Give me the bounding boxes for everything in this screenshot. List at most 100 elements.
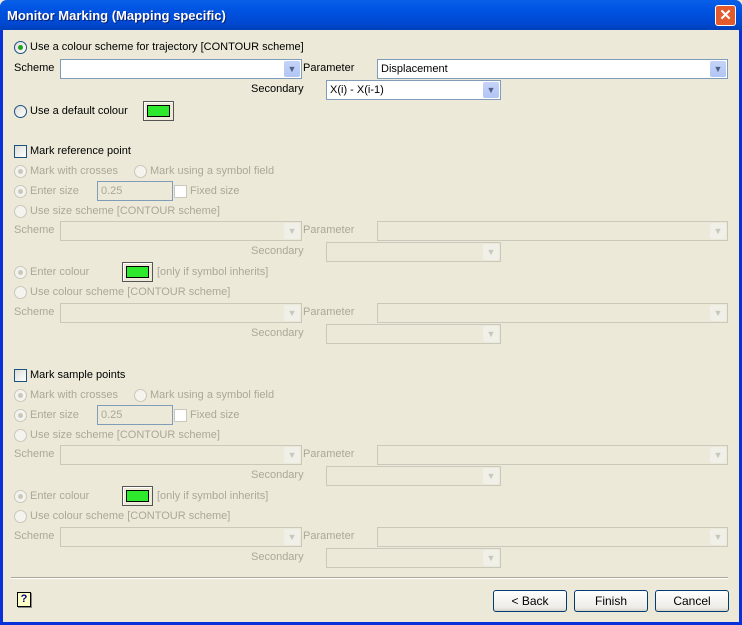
sample-radio-crosses [14, 389, 27, 402]
sample-parameter-label: Parameter [303, 448, 355, 460]
chevron-down-icon: ▼ [710, 529, 726, 545]
reference-radio-colour-scheme [14, 286, 27, 299]
reference-symbol-label: Mark using a symbol field [150, 165, 275, 177]
reference-checkbox-label: Mark reference point [30, 145, 131, 157]
default-colour-button[interactable] [143, 101, 174, 121]
radio-default-colour[interactable] [14, 105, 27, 118]
sample-symbol-label: Mark using a symbol field [150, 389, 275, 401]
sample-radio-colour-scheme [14, 510, 27, 523]
radio-colour-scheme[interactable] [14, 41, 27, 54]
back-button[interactable]: < Back [493, 590, 567, 612]
chevron-down-icon[interactable]: ▼ [284, 61, 300, 77]
reference-checkbox[interactable] [14, 145, 27, 158]
sample-crosses-label: Mark with crosses [30, 389, 119, 401]
chevron-down-icon[interactable]: ▼ [483, 82, 499, 98]
radio-colour-scheme-label: Use a colour scheme for trajectory [CONT… [30, 41, 304, 53]
reference-parameter-combo: ▼ [377, 221, 728, 241]
sample-secondary2-label: Secondary [251, 551, 304, 563]
sample-fixed-size-checkbox [174, 409, 187, 422]
colour-swatch [147, 105, 170, 117]
reference-enter-colour-label: Enter colour [30, 266, 90, 278]
sample-enter-colour-label: Enter colour [30, 490, 90, 502]
sample-size-scheme-label: Use size scheme [CONTOUR scheme] [30, 429, 220, 441]
sample-scheme2-label: Scheme [14, 530, 55, 542]
chevron-down-icon: ▼ [483, 244, 499, 260]
sample-secondary-label: Secondary [251, 469, 304, 481]
sample-scheme2-combo: ▼ [60, 527, 302, 547]
reference-secondary-combo: ▼ [326, 242, 501, 262]
chevron-down-icon: ▼ [284, 447, 300, 463]
reference-crosses-label: Mark with crosses [30, 165, 119, 177]
reference-secondary2-label: Secondary [251, 327, 304, 339]
reference-scheme-label: Scheme [14, 224, 55, 236]
colour-swatch [126, 266, 149, 278]
chevron-down-icon: ▼ [483, 550, 499, 566]
reference-radio-symbol [134, 165, 147, 178]
reference-parameter-label: Parameter [303, 224, 355, 236]
sample-colour-button [122, 486, 153, 506]
sample-checkbox[interactable] [14, 369, 27, 382]
reference-colour-scheme-label: Use colour scheme [CONTOUR scheme] [30, 286, 231, 298]
sample-colour-note: [only if symbol inherits] [157, 490, 269, 502]
scheme-label: Scheme [14, 62, 55, 74]
reference-colour-note: [only if symbol inherits] [157, 266, 269, 278]
finish-button[interactable]: Finish [574, 590, 648, 612]
chevron-down-icon: ▼ [284, 223, 300, 239]
help-icon[interactable]: ? [17, 592, 31, 607]
reference-radio-size-scheme [14, 205, 27, 218]
sample-size-input: 0.25 [97, 405, 173, 425]
chevron-down-icon: ▼ [483, 326, 499, 342]
reference-parameter2-combo: ▼ [377, 303, 728, 323]
sample-radio-size-scheme [14, 429, 27, 442]
sample-checkbox-label: Mark sample points [30, 369, 126, 381]
reference-radio-crosses [14, 165, 27, 178]
cancel-button[interactable]: Cancel [655, 590, 729, 612]
sample-parameter2-combo: ▼ [377, 527, 728, 547]
scheme-combo[interactable]: ▼ [60, 59, 302, 79]
chevron-down-icon: ▼ [710, 223, 726, 239]
parameter-combo[interactable]: Displacement ▼ [377, 59, 728, 79]
reference-secondary2-combo: ▼ [326, 324, 501, 344]
title-bar[interactable]: Monitor Marking (Mapping specific) ✕ [0, 0, 742, 30]
sample-radio-enter-size [14, 409, 27, 422]
reference-secondary-label: Secondary [251, 245, 304, 257]
sample-secondary2-combo: ▼ [326, 548, 501, 568]
chevron-down-icon: ▼ [483, 468, 499, 484]
reference-enter-size-label: Enter size [30, 185, 79, 197]
parameter-label: Parameter [303, 62, 355, 74]
sample-scheme-label: Scheme [14, 448, 55, 460]
chevron-down-icon: ▼ [710, 305, 726, 321]
sample-colour-scheme-label: Use colour scheme [CONTOUR scheme] [30, 510, 231, 522]
reference-colour-button [122, 262, 153, 282]
secondary-value: X(i) - X(i-1) [330, 84, 384, 96]
sample-fixed-size-label: Fixed size [190, 409, 240, 421]
reference-scheme2-label: Scheme [14, 306, 55, 318]
chevron-down-icon[interactable]: ▼ [710, 61, 726, 77]
chevron-down-icon: ▼ [710, 447, 726, 463]
reference-parameter2-label: Parameter [303, 306, 355, 318]
radio-default-colour-label: Use a default colour [30, 105, 128, 117]
close-icon[interactable]: ✕ [715, 5, 736, 26]
reference-scheme-combo: ▼ [60, 221, 302, 241]
chevron-down-icon: ▼ [284, 305, 300, 321]
sample-radio-enter-colour [14, 490, 27, 503]
reference-scheme2-combo: ▼ [60, 303, 302, 323]
secondary-combo[interactable]: X(i) - X(i-1) ▼ [326, 80, 501, 100]
secondary-label: Secondary [251, 83, 304, 95]
chevron-down-icon: ▼ [284, 529, 300, 545]
sample-enter-size-label: Enter size [30, 409, 79, 421]
sample-parameter-combo: ▼ [377, 445, 728, 465]
reference-radio-enter-colour [14, 266, 27, 279]
parameter-value: Displacement [381, 63, 448, 75]
sample-radio-symbol [134, 389, 147, 402]
reference-size-input: 0.25 [97, 181, 173, 201]
window-title: Monitor Marking (Mapping specific) [7, 8, 226, 23]
reference-fixed-size-checkbox [174, 185, 187, 198]
footer-separator [11, 577, 728, 579]
sample-scheme-combo: ▼ [60, 445, 302, 465]
reference-size-scheme-label: Use size scheme [CONTOUR scheme] [30, 205, 220, 217]
reference-fixed-size-label: Fixed size [190, 185, 240, 197]
sample-parameter2-label: Parameter [303, 530, 355, 542]
sample-secondary-combo: ▼ [326, 466, 501, 486]
colour-swatch [126, 490, 149, 502]
